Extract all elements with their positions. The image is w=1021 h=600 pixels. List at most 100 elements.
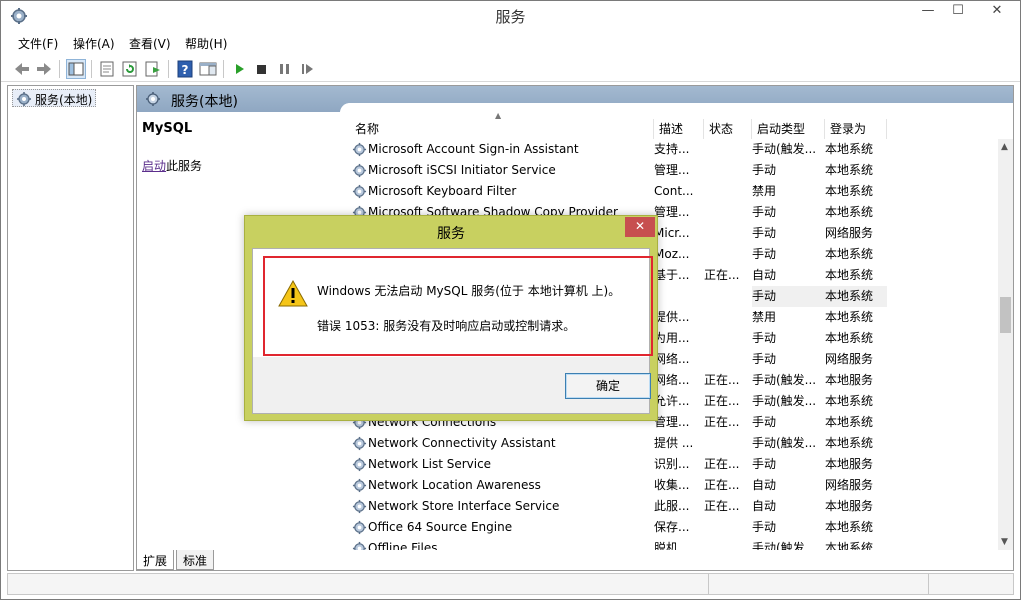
tab-standard[interactable]: 标准 xyxy=(176,550,215,570)
service-logon-as: 本地系统 xyxy=(825,520,874,534)
menu-action[interactable]: 操作(A) xyxy=(73,35,115,52)
close-button[interactable]: ✕ xyxy=(974,1,1020,23)
service-description: 脱机... xyxy=(654,541,690,550)
service-logon-as: 网络服务 xyxy=(825,226,874,240)
service-status: 正在... xyxy=(704,373,740,387)
service-name: Network Store Interface Service xyxy=(368,499,560,513)
maximize-button[interactable]: ☐ xyxy=(942,1,974,23)
service-status: 正在... xyxy=(704,268,740,282)
service-description: 基于... xyxy=(654,268,690,282)
service-status: 正在... xyxy=(704,415,740,429)
table-row[interactable]: Microsoft Keyboard Filter Cont... 禁用 本地系统 xyxy=(340,181,1000,202)
vertical-scrollbar[interactable]: ▲ ▼ xyxy=(998,139,1013,550)
help-icon[interactable]: ? xyxy=(175,59,195,79)
service-description: 网络... xyxy=(654,373,690,387)
service-startup-type: 自动 xyxy=(752,478,777,492)
service-description: 保存... xyxy=(654,520,690,534)
column-name[interactable]: 名称 xyxy=(350,119,654,139)
column-description[interactable]: 描述 xyxy=(654,119,704,139)
service-description: Micr... xyxy=(654,226,690,240)
table-row[interactable]: Network List Service 识别... 正在... 手动 本地服务 xyxy=(340,454,1000,475)
service-status: 正在... xyxy=(704,499,740,513)
service-startup-type: 禁用 xyxy=(752,310,777,324)
scroll-up-icon[interactable]: ▲ xyxy=(1001,142,1008,152)
menu-help[interactable]: 帮助(H) xyxy=(185,35,227,52)
service-logon-as: 本地系统 xyxy=(825,541,874,550)
show-action-pane-icon[interactable] xyxy=(198,59,218,79)
service-logon-as: 本地系统 xyxy=(825,436,874,450)
dialog-close-button[interactable]: ✕ xyxy=(625,217,655,237)
service-description: 管理... xyxy=(654,415,690,429)
service-description: 管理... xyxy=(654,205,690,219)
service-description: 提供... xyxy=(654,310,690,324)
properties-icon[interactable] xyxy=(97,59,117,79)
highlight-box xyxy=(263,256,653,356)
start-service-line: 启动此服务 xyxy=(142,157,202,174)
service-description: 收集... xyxy=(654,478,690,492)
console-tree: 服务(本地) xyxy=(7,85,134,571)
table-row[interactable]: Microsoft Account Sign-in Assistant 支持...… xyxy=(340,139,1000,160)
menu-file[interactable]: 文件(F) xyxy=(18,35,58,52)
service-startup-type: 手动 xyxy=(752,205,777,219)
table-row[interactable]: Network Connectivity Assistant 提供 ... 手动(触… xyxy=(340,433,1000,454)
service-name: Microsoft Keyboard Filter xyxy=(368,184,517,198)
table-row[interactable]: Office 64 Source Engine 保存... 手动 本地系统 xyxy=(340,517,1000,538)
service-status: 正在... xyxy=(704,394,740,408)
column-startup-type[interactable]: 启动类型 xyxy=(752,119,825,139)
table-row[interactable]: Offline Files 脱机... 手动(触发... 本地系统 xyxy=(340,538,1000,550)
column-header: ▲ 名称 描述 状态 启动类型 登录为 xyxy=(340,103,1013,139)
service-logon-as: 本地服务 xyxy=(825,499,874,513)
service-logon-as: 本地系统 xyxy=(825,163,874,177)
service-description: 允许... xyxy=(654,394,690,408)
ok-button[interactable]: 确定 xyxy=(565,373,651,399)
service-description: 此服... xyxy=(654,499,690,513)
service-logon-as: 本地服务 xyxy=(825,457,874,471)
service-startup-type: 手动 xyxy=(752,352,777,366)
forward-arrow-icon[interactable] xyxy=(34,59,54,79)
service-startup-type: 手动 xyxy=(752,457,777,471)
tree-node-services-local[interactable]: 服务(本地) xyxy=(12,89,97,107)
service-name: Network Connectivity Assistant xyxy=(368,436,556,450)
dialog-error-detail: 错误 1053: 服务没有及时响应启动或控制请求。 xyxy=(317,319,576,333)
title-bar[interactable]: 服务 — ☐ ✕ xyxy=(1,1,1020,31)
service-startup-type: 手动 xyxy=(752,226,777,240)
table-row[interactable]: Network Location Awareness 收集... 正在... 自动 网络… xyxy=(340,475,1000,496)
view-tabs: 扩展 标准 xyxy=(136,550,436,572)
column-status[interactable]: 状态 xyxy=(704,119,752,139)
service-logon-as: 本地服务 xyxy=(825,373,874,387)
service-startup-type: 自动 xyxy=(752,499,777,513)
back-arrow-icon[interactable] xyxy=(12,59,32,79)
table-row[interactable]: Network Store Interface Service 此服... 正在..… xyxy=(340,496,1000,517)
toolbar-separator xyxy=(223,60,224,78)
window-title: 服务 xyxy=(495,8,526,26)
start-service-play-icon[interactable] xyxy=(229,59,249,79)
minimize-button[interactable]: — xyxy=(912,1,944,23)
service-gear-icon xyxy=(352,541,367,550)
service-status: 正在... xyxy=(704,457,740,471)
start-service-link[interactable]: 启动 xyxy=(142,159,166,173)
scrollbar-thumb[interactable] xyxy=(1000,297,1011,333)
column-logon-as[interactable]: 登录为 xyxy=(825,119,887,139)
menu-view[interactable]: 查看(V) xyxy=(129,35,171,52)
service-name: Offline Files xyxy=(368,541,438,550)
service-logon-as: 本地系统 xyxy=(825,289,874,303)
toolbar-separator xyxy=(168,60,169,78)
service-name: Microsoft Account Sign-in Assistant xyxy=(368,142,579,156)
service-startup-type: 手动(触发... xyxy=(752,394,817,408)
table-row[interactable]: Microsoft iSCSI Initiator Service 管理... 手动… xyxy=(340,160,1000,181)
show-hide-console-tree-icon[interactable] xyxy=(66,59,86,79)
export-list-icon[interactable] xyxy=(143,59,163,79)
stop-service-icon[interactable] xyxy=(251,59,271,79)
pause-service-icon[interactable] xyxy=(274,59,294,79)
refresh-icon[interactable] xyxy=(120,59,140,79)
toolbar: ? xyxy=(1,55,1020,82)
service-description: 提供 ... xyxy=(654,436,694,450)
services-window: 服务 — ☐ ✕ 文件(F) 操作(A) 查看(V) 帮助(H) ? 服务(本地… xyxy=(0,0,1021,600)
tab-extended[interactable]: 扩展 xyxy=(136,550,175,570)
restart-service-icon[interactable] xyxy=(297,59,317,79)
scroll-down-icon[interactable]: ▼ xyxy=(1001,537,1008,547)
service-startup-type: 手动 xyxy=(752,331,777,345)
service-name: Office 64 Source Engine xyxy=(368,520,513,534)
service-description: 支持... xyxy=(654,142,690,156)
menu-bar: 文件(F) 操作(A) 查看(V) 帮助(H) xyxy=(1,32,1020,54)
